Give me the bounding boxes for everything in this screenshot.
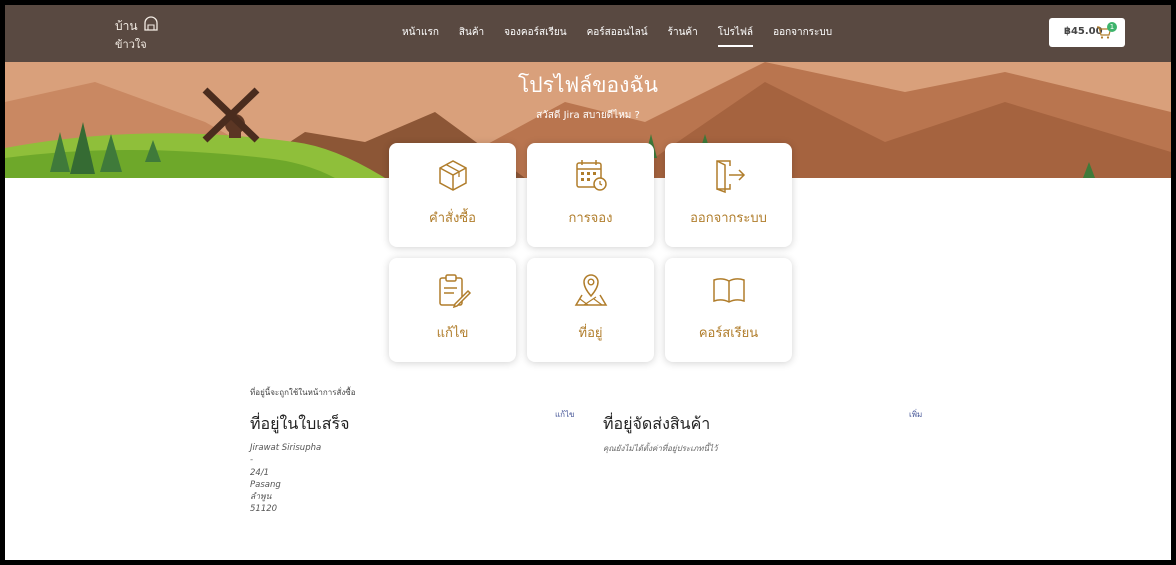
edit-billing-link[interactable]: แก้ไข <box>555 408 575 421</box>
logo[interactable]: บ้าน ข้าวใจ <box>115 15 175 53</box>
tile-orders[interactable]: คำสั่งซื้อ <box>389 143 516 247</box>
billing-province: ลำพูน <box>250 492 272 503</box>
tile-edit-label: แก้ไข <box>436 326 469 341</box>
main-menu: หน้าแรก สินค้า จองคอร์สเรียน คอร์สออนไลน… <box>402 23 852 47</box>
tile-logout-label: ออกจากระบบ <box>690 211 767 226</box>
logo-text-bottom: ข้าวใจ <box>115 38 147 51</box>
tile-orders-label: คำสั่งซื้อ <box>429 211 476 226</box>
menu-item-online-course[interactable]: คอร์สออนไลน์ <box>587 23 648 47</box>
top-nav: บ้าน ข้าวใจ หน้าแรก สินค้า จองคอร์สเรียน… <box>5 5 1171 62</box>
menu-item-shop[interactable]: ร้านค้า <box>668 23 698 47</box>
billing-name: Jirawat Sirisupha <box>250 443 322 453</box>
tile-courses[interactable]: คอร์สเรียน <box>665 258 792 362</box>
menu-item-profile[interactable]: โปรไฟล์ <box>717 23 754 47</box>
billing-street: 24/1 <box>250 467 270 478</box>
open-book-icon <box>713 278 745 303</box>
tile-address-label: ที่อยู่ <box>578 326 603 341</box>
page: บ้าน ข้าวใจ หน้าแรก สินค้า จองคอร์สเรียน… <box>5 5 1171 560</box>
cart-button[interactable]: ฿45.00 1 <box>1049 18 1125 47</box>
map-pin-icon <box>574 274 608 306</box>
tile-address[interactable]: ที่อยู่ <box>527 258 654 362</box>
tile-bookings-label: การจอง <box>568 211 613 226</box>
tile-edit[interactable]: แก้ไข <box>389 258 516 362</box>
logo-text-top: บ้าน <box>115 19 138 33</box>
add-shipping-link[interactable]: เพิ่ม <box>909 408 922 421</box>
billing-address-block: Jirawat Sirisupha - 24/1 Pasang ลำพูน 51… <box>250 442 321 516</box>
house-logo-icon <box>144 16 158 31</box>
tile-logout[interactable]: ออกจากระบบ <box>665 143 792 247</box>
tile-courses-label: คอร์สเรียน <box>698 326 759 341</box>
address-note: ที่อยู่นี้จะถูกใช้ในหน้าการสั่งซื้อ <box>250 388 356 397</box>
menu-item-logout[interactable]: ออกจากระบบ <box>773 23 832 47</box>
page-title: โปรไฟล์ของฉัน <box>517 73 659 97</box>
menu-item-book-course[interactable]: จองคอร์สเรียน <box>504 23 566 47</box>
billing-company: - <box>250 455 254 466</box>
clipboard-edit-icon <box>439 274 472 309</box>
greeting-text: สวัสดี Jira สบายดีไหม ? <box>536 110 640 121</box>
shipping-empty-message: คุณยังไม่ได้ตั้งค่าที่อยู่ประเภทนี้ไว้ <box>603 444 718 453</box>
package-box-icon <box>439 160 467 191</box>
shipping-address-title: ที่อยู่จัดส่งสินค้า <box>603 414 711 433</box>
billing-subdistrict: Pasang <box>250 479 281 490</box>
tile-bookings[interactable]: การจอง <box>527 143 654 247</box>
billing-address-title: ที่อยู่ในใบเสร็จ <box>250 414 350 433</box>
billing-postcode: 51120 <box>250 504 278 515</box>
cart-count-badge: 1 <box>1107 22 1117 32</box>
calendar-clock-icon <box>576 160 607 191</box>
logout-door-icon <box>716 160 746 194</box>
menu-item-products[interactable]: สินค้า <box>459 23 484 47</box>
menu-item-home[interactable]: หน้าแรก <box>402 23 439 47</box>
